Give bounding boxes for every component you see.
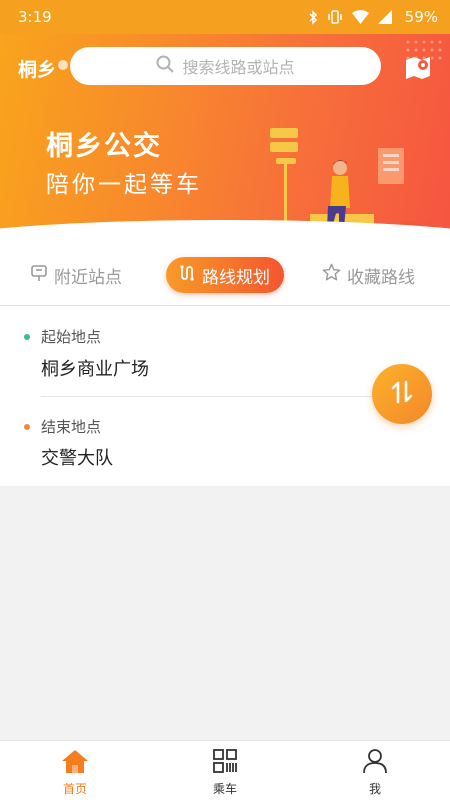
home-icon xyxy=(61,748,89,777)
start-point-field[interactable]: 桐乡商业广场 xyxy=(41,355,149,381)
status-bar: 3:19 59% xyxy=(0,0,450,34)
start-point-dot xyxy=(24,334,30,340)
tab-bar: 附近站点 路线规划 收藏路线 xyxy=(0,244,450,306)
end-point-dot xyxy=(24,424,30,430)
route-icon xyxy=(178,264,196,287)
map-pin-icon xyxy=(406,57,430,79)
nav-home-label: 首页 xyxy=(62,782,87,796)
swap-locations-button[interactable] xyxy=(372,364,432,424)
battery-level: 59% xyxy=(404,8,438,26)
search-input[interactable]: 搜索线路或站点 xyxy=(70,47,381,85)
tab-route-planning[interactable]: 路线规划 xyxy=(166,257,284,293)
banner-curve xyxy=(0,220,450,244)
end-point-label: 结束地点 xyxy=(41,418,102,436)
signal-icon xyxy=(377,10,392,24)
nav-me-label: 我 xyxy=(368,782,381,796)
start-point-label: 起始地点 xyxy=(41,328,102,346)
tab-favorites-label: 收藏路线 xyxy=(347,267,415,288)
star-icon xyxy=(322,263,341,287)
qr-code-icon xyxy=(212,748,238,777)
bus-stop-sign-icon xyxy=(30,264,48,287)
tab-nearby-label: 附近站点 xyxy=(54,267,122,288)
banner-subtitle: 陪你一起等车 xyxy=(46,172,202,198)
bluetooth-icon xyxy=(308,9,318,25)
nav-home[interactable]: 首页 xyxy=(0,741,150,800)
user-icon xyxy=(362,748,388,777)
tab-favorite-routes[interactable]: 收藏路线 xyxy=(322,257,415,293)
swap-arrows-icon xyxy=(390,379,414,409)
map-location-button[interactable] xyxy=(404,54,432,80)
city-selector[interactable]: 桐乡 xyxy=(18,55,56,82)
banner-title: 桐乡公交 xyxy=(46,131,162,162)
tab-route-label: 路线规划 xyxy=(202,267,270,288)
status-time: 3:19 xyxy=(18,8,52,26)
status-icons: 59% xyxy=(308,8,438,26)
route-planner-card: 起始地点 桐乡商业广场 结束地点 交警大队 xyxy=(0,306,450,486)
city-dot xyxy=(58,60,68,70)
tab-nearby-stops[interactable]: 附近站点 xyxy=(30,257,122,293)
wifi-icon xyxy=(351,10,369,24)
nav-ride-label: 乘车 xyxy=(212,782,237,796)
search-icon xyxy=(156,55,175,77)
vibrate-icon xyxy=(327,10,343,24)
search-placeholder: 搜索线路或站点 xyxy=(182,58,295,77)
route-divider xyxy=(41,396,381,397)
bottom-navigation: 首页 乘车 我 xyxy=(0,740,450,800)
header-banner: 桐乡 搜索线路或站点 桐乡公交 陪你一起等车 xyxy=(0,34,450,244)
end-point-field[interactable]: 交警大队 xyxy=(41,444,113,470)
nav-ride[interactable]: 乘车 xyxy=(150,741,300,800)
nav-me[interactable]: 我 xyxy=(300,741,450,800)
